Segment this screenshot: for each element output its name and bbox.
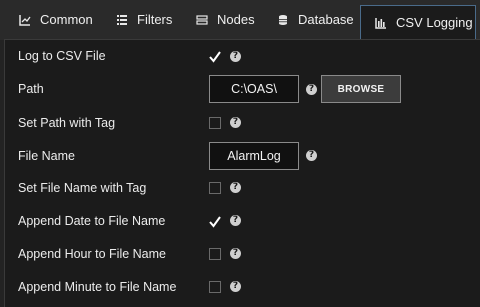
help-icon[interactable]: ? [230, 51, 241, 62]
append-minute-checkbox[interactable] [209, 281, 221, 293]
append-hour-checkbox[interactable] [209, 248, 221, 260]
database-icon [276, 13, 290, 27]
tab-filters[interactable]: Filters [115, 3, 172, 36]
append-minute-label: Append Minute to File Name [18, 280, 177, 294]
tab-database-label: Database [298, 12, 354, 27]
nodes-icon [195, 13, 209, 27]
set-file-name-with-tag-label: Set File Name with Tag [18, 181, 147, 195]
set-path-with-tag-label: Set Path with Tag [18, 116, 116, 130]
path-input[interactable]: C:\OAS\ [209, 75, 299, 103]
help-icon[interactable]: ? [230, 117, 241, 128]
help-icon[interactable]: ? [230, 182, 241, 193]
append-date-label: Append Date to File Name [18, 214, 166, 228]
tab-common[interactable]: Common [18, 3, 93, 36]
set-path-with-tag-checkbox[interactable] [209, 117, 221, 129]
checkmark-icon [209, 51, 221, 63]
filter-list-icon [115, 13, 129, 27]
tab-database[interactable]: Database [276, 3, 354, 36]
chart-icon [18, 13, 32, 27]
tab-csv-logging[interactable]: CSV Logging [360, 5, 476, 39]
log-to-csv-checkbox[interactable] [209, 50, 221, 63]
csv-chart-icon [374, 16, 388, 30]
browse-button[interactable]: BROWSE [321, 75, 401, 103]
tab-csv-logging-label: CSV Logging [396, 15, 473, 30]
help-icon[interactable]: ? [306, 84, 317, 95]
set-file-name-with-tag-checkbox[interactable] [209, 182, 221, 194]
tab-filters-label: Filters [137, 12, 173, 27]
log-to-csv-label: Log to CSV File [18, 49, 106, 63]
help-icon[interactable]: ? [230, 281, 241, 292]
tab-common-label: Common [40, 12, 93, 27]
help-icon[interactable]: ? [230, 248, 241, 259]
help-icon[interactable]: ? [306, 150, 317, 161]
checkmark-icon [209, 216, 221, 228]
tab-nodes[interactable]: Nodes [195, 3, 255, 36]
file-name-input[interactable]: AlarmLog [209, 142, 299, 170]
csv-logging-dialog: Common Filters Nodes Database CSV Loggin… [0, 0, 480, 307]
tab-bar: Common Filters Nodes Database CSV Loggin… [0, 0, 480, 40]
tab-nodes-label: Nodes [217, 12, 255, 27]
append-date-checkbox[interactable] [209, 215, 221, 228]
help-icon[interactable]: ? [230, 215, 241, 226]
path-label: Path [18, 82, 44, 96]
file-name-label: File Name [18, 149, 75, 163]
append-hour-label: Append Hour to File Name [18, 247, 166, 261]
